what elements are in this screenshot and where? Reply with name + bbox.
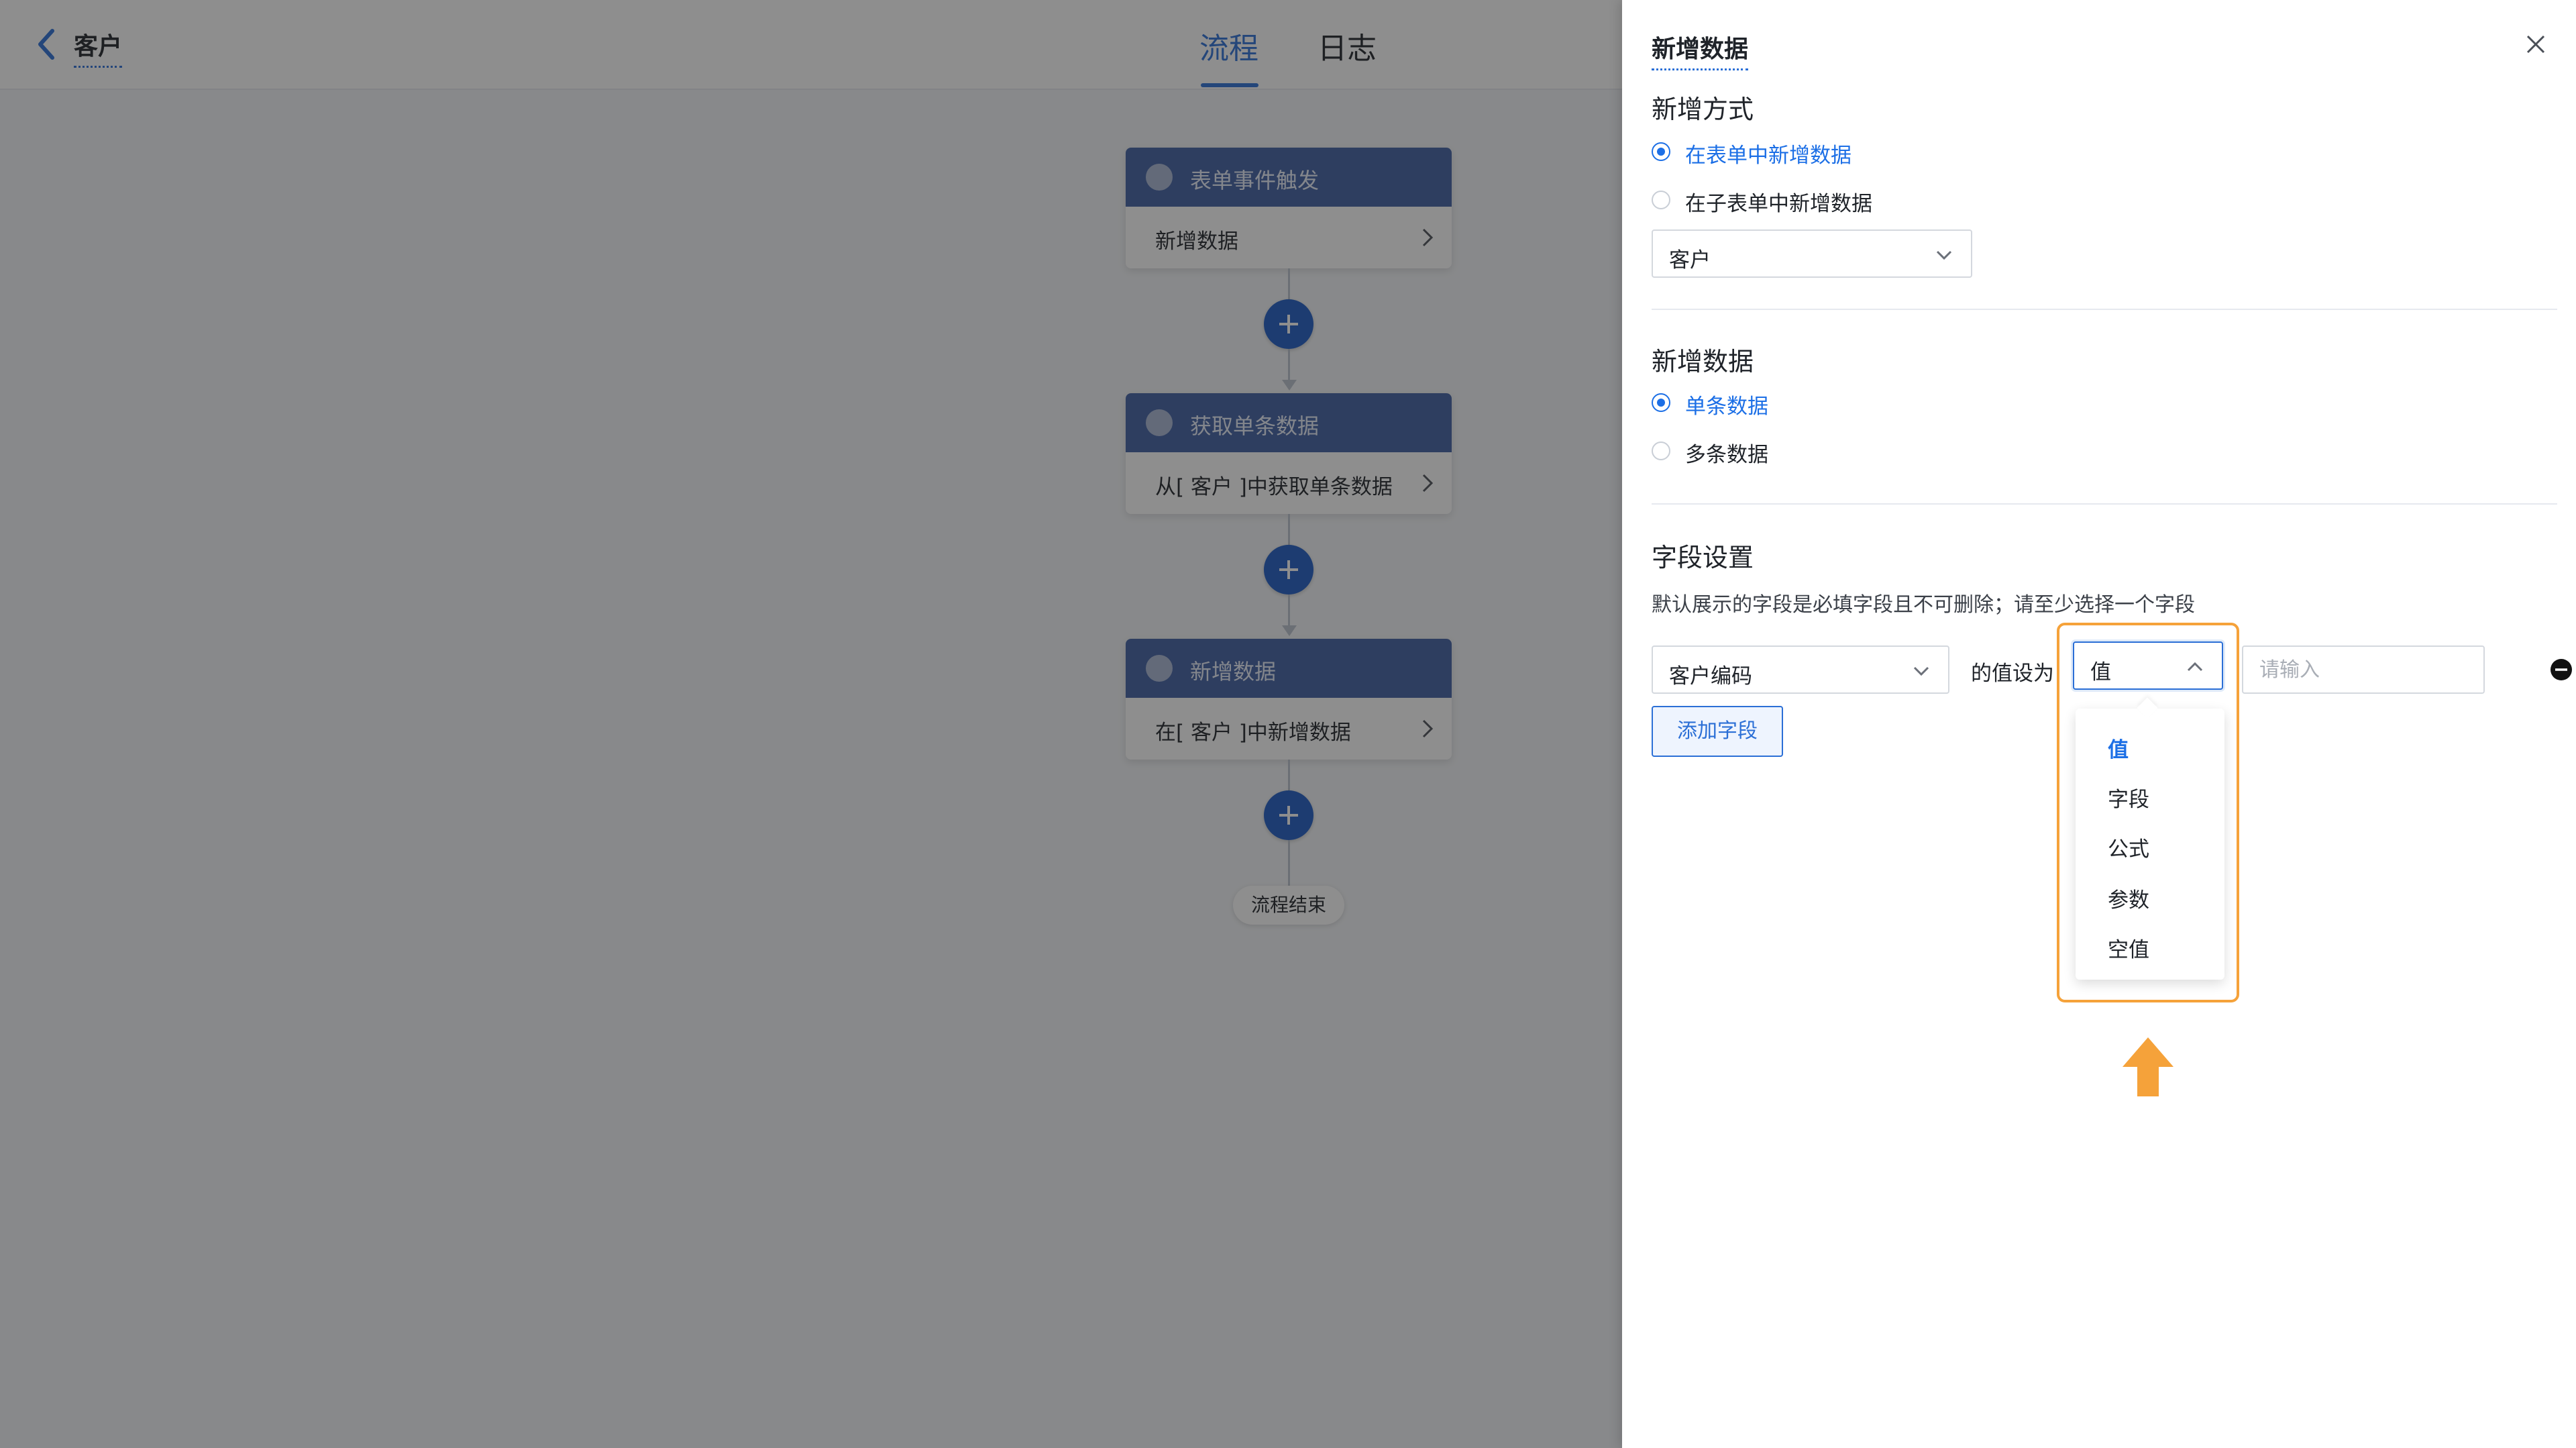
radio-label: 在子表单中新增数据 <box>1685 192 1872 216</box>
select-value: 客户 <box>1669 248 1711 272</box>
form-select[interactable]: 客户 <box>1652 229 1972 278</box>
radio-single-record[interactable]: 单条数据 <box>1652 389 1920 419</box>
radio-button[interactable] <box>1652 442 1670 460</box>
radio-multiple-records[interactable]: 多条数据 <box>1652 437 1920 467</box>
radio-button[interactable] <box>1652 142 1670 161</box>
select-value: 客户编码 <box>1669 664 1752 688</box>
value-type-dropdown: 值 字段 公式 参数 空值 <box>2076 709 2224 980</box>
value-type-select[interactable]: 值 <box>2073 641 2223 690</box>
field-settings-title: 字段设置 <box>1652 543 1754 572</box>
radio-label: 多条数据 <box>1685 443 1768 467</box>
radio-add-in-subform[interactable]: 在子表单中新增数据 <box>1652 187 2054 216</box>
add-field-button[interactable]: 添加字段 <box>1652 706 1783 757</box>
field-settings-hint: 默认展示的字段是必填字段且不可删除；请至少选择一个字段 <box>1652 593 2195 617</box>
chevron-up-icon <box>2187 662 2203 672</box>
modal-overlay[interactable] <box>0 0 1622 1448</box>
value-input[interactable] <box>2242 645 2485 694</box>
radio-label: 单条数据 <box>1685 395 1768 419</box>
flow-canvas: 客户 流程 日志 表单事件触发 新增数据 <box>0 0 1622 1448</box>
radio-add-in-form[interactable]: 在表单中新增数据 <box>1652 138 2054 168</box>
set-to-label: 的值设为 <box>1971 662 2054 686</box>
section-divider <box>1652 309 2557 310</box>
radio-label: 在表单中新增数据 <box>1685 144 1851 168</box>
chevron-down-icon <box>1913 666 1929 676</box>
settings-drawer: 新增数据 新增方式 在表单中新增数据 在子表单中新增数据 客户 新增数据 单条数… <box>1622 0 2576 1448</box>
drawer-title[interactable]: 新增数据 <box>1652 30 1749 70</box>
remove-circle-icon[interactable] <box>2549 658 2573 682</box>
dropdown-option-value[interactable]: 值 <box>2108 733 2129 763</box>
dropdown-option-field[interactable]: 字段 <box>2108 782 2149 813</box>
section-divider <box>1652 503 2557 505</box>
dropdown-option-formula[interactable]: 公式 <box>2108 832 2149 862</box>
arrow-up-icon <box>2123 1037 2174 1096</box>
add-method-title: 新增方式 <box>1652 95 1754 124</box>
dropdown-option-null[interactable]: 空值 <box>2108 933 2149 963</box>
select-value: 值 <box>2090 660 2111 684</box>
dropdown-option-parameter[interactable]: 参数 <box>2108 883 2149 913</box>
radio-button[interactable] <box>1652 393 1670 412</box>
chevron-down-icon <box>1936 250 1952 260</box>
field-select[interactable]: 客户编码 <box>1652 645 1949 694</box>
add-data-title: 新增数据 <box>1652 347 1754 376</box>
close-icon[interactable] <box>2524 32 2548 56</box>
radio-button[interactable] <box>1652 191 1670 209</box>
